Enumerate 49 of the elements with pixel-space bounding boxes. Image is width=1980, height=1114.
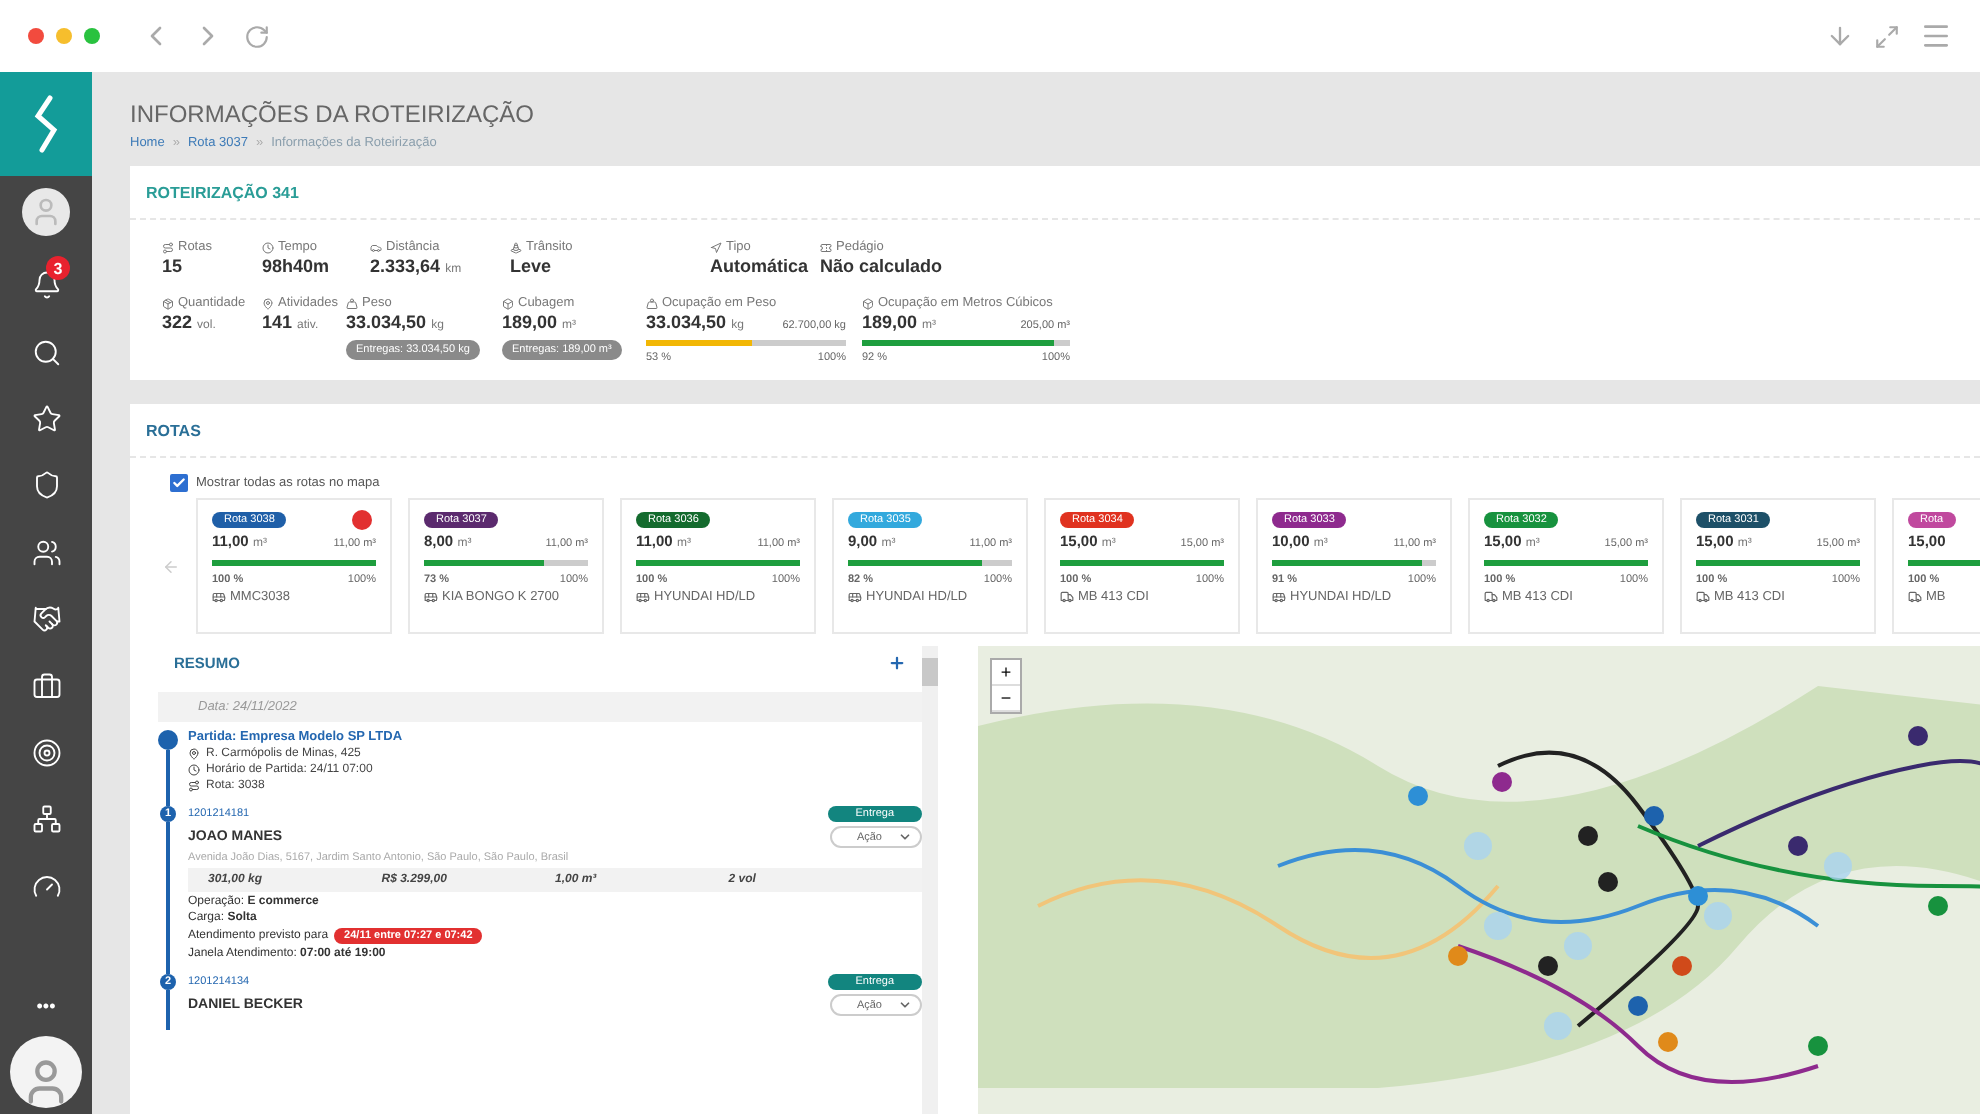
section-title: ROTEIRIZAÇÃO 341 [130,166,1980,220]
target-icon[interactable] [31,737,61,768]
chevron-icon [898,998,912,1012]
stat-value: Não calculado [820,256,945,276]
handshake-icon[interactable] [31,604,61,635]
zoom-out-button[interactable]: − [992,686,1020,712]
stat-icon [646,297,658,309]
page-title: INFORMAÇÕES DA ROTEIRIZAÇÃO [130,100,537,128]
close-dot[interactable] [28,28,44,44]
user-avatar[interactable] [22,188,70,236]
more-button[interactable]: ••• [0,976,92,1036]
shield-icon[interactable] [31,470,61,501]
stat-icon [162,241,174,253]
search-icon[interactable] [31,337,61,368]
pin-icon [188,748,200,760]
stat-value: 15 [162,256,185,276]
star-icon[interactable] [31,403,61,434]
stat-icon [862,297,874,309]
section-title: ROTAS [130,404,1980,458]
stat-value: 98h40m [262,256,332,276]
check-icon [172,476,186,490]
minimize-dot[interactable] [56,28,72,44]
scrollbar[interactable] [922,646,938,1114]
bell-button[interactable]: 3 [0,252,92,319]
stat-value: Leve [510,256,554,276]
stat-icon [346,297,358,309]
maximize-dot[interactable] [84,28,100,44]
logo-icon[interactable] [32,94,60,154]
route-icon [188,780,200,792]
stat-icon [370,241,382,253]
stat-icon [162,297,174,309]
stat-icon [502,297,514,309]
chevron-icon [898,830,912,844]
stat-icon [262,297,274,309]
add-icon[interactable] [888,654,906,672]
stat-icon [820,241,832,253]
people-icon[interactable] [31,537,61,568]
zoom-in-button[interactable]: + [992,660,1020,686]
support-avatar[interactable] [10,1036,82,1108]
stat-icon [262,241,274,253]
briefcase-icon[interactable] [31,671,61,702]
org-chart-icon[interactable] [31,804,61,835]
stat-icon [710,241,722,253]
stat-value: Automática [710,256,804,276]
gauge-icon[interactable] [31,871,61,902]
stat-icon [510,241,522,253]
notification-badge: 3 [46,256,70,280]
checkbox[interactable] [170,474,188,492]
clock-icon [188,764,200,776]
